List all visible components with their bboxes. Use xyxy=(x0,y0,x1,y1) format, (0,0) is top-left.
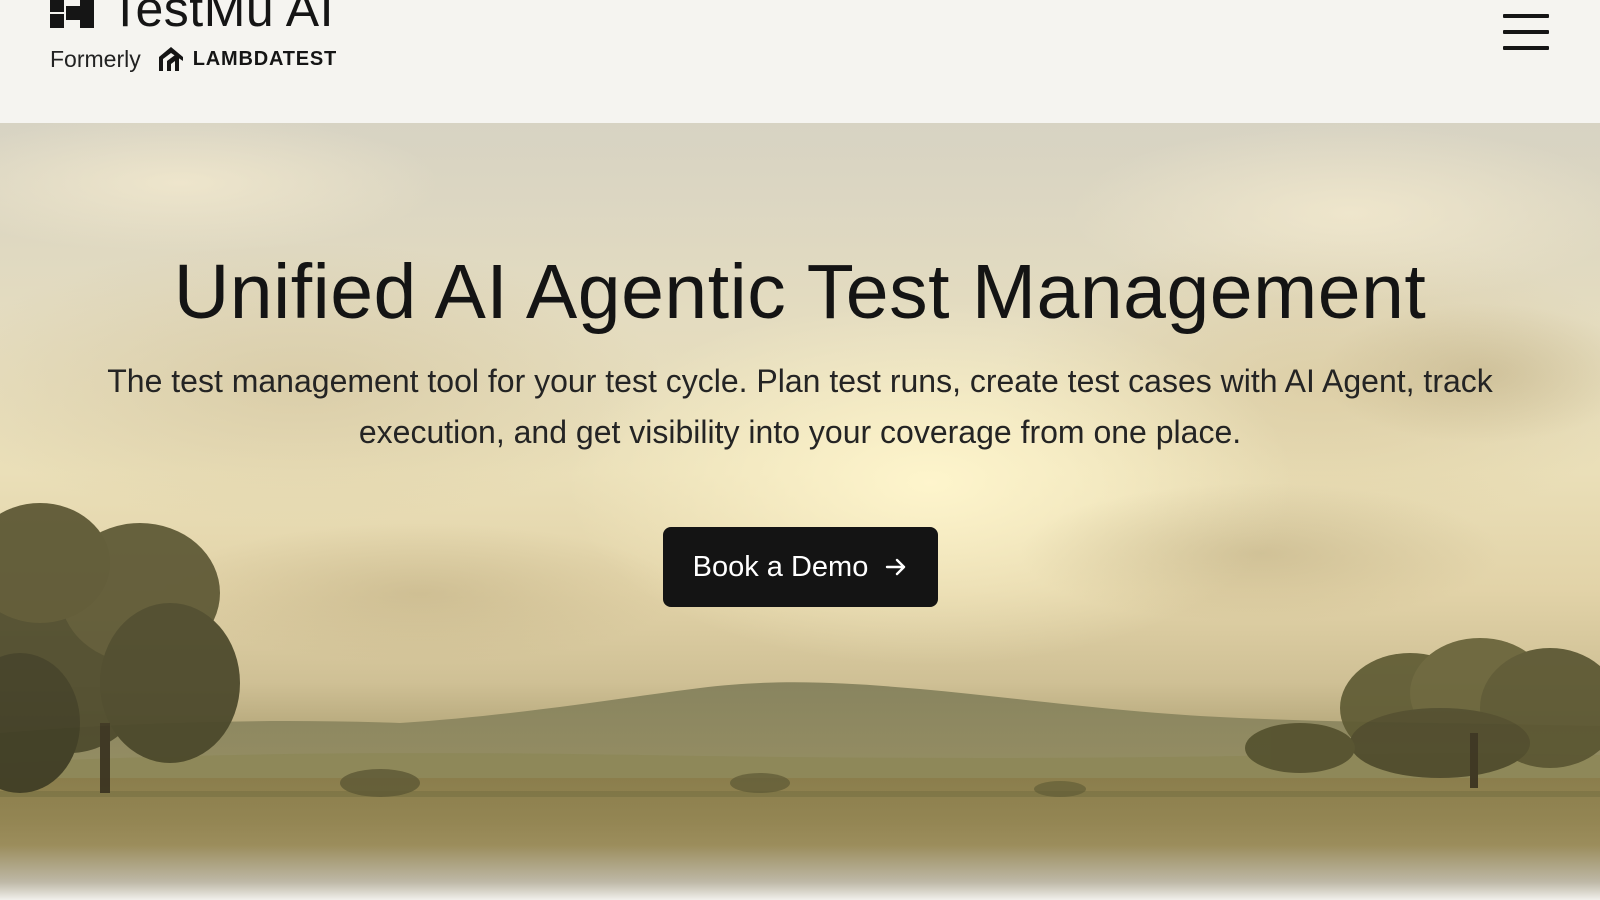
testmu-logo-mark-icon xyxy=(50,0,94,28)
landscape-painting xyxy=(0,123,1600,900)
hero-subtitle: The test management tool for your test c… xyxy=(107,363,1493,450)
book-demo-button[interactable]: Book a Demo xyxy=(663,527,938,607)
book-demo-label: Book a Demo xyxy=(692,550,869,583)
hero-title: Unified AI Agentic Test Management xyxy=(173,249,1427,335)
lambdatest-wordmark: LAMBDATEST xyxy=(192,47,338,70)
formerly-label: Formerly xyxy=(50,45,141,72)
hero-section: Unified AI Agentic Test Management The t… xyxy=(0,123,1600,900)
hamburger-menu-icon[interactable] xyxy=(1495,12,1551,56)
formerly-lambdatest: Formerly LAMBDATEST xyxy=(50,44,337,74)
testmu-logo[interactable]: TestMu AI Formerly LAMBDATEST xyxy=(50,0,370,84)
logo-name: TestMu AI xyxy=(110,0,335,37)
lambdatest-logo-icon xyxy=(158,47,183,71)
site-header: TestMu AI Formerly LAMBDATEST xyxy=(0,0,1600,123)
arrow-right-icon xyxy=(886,558,906,576)
